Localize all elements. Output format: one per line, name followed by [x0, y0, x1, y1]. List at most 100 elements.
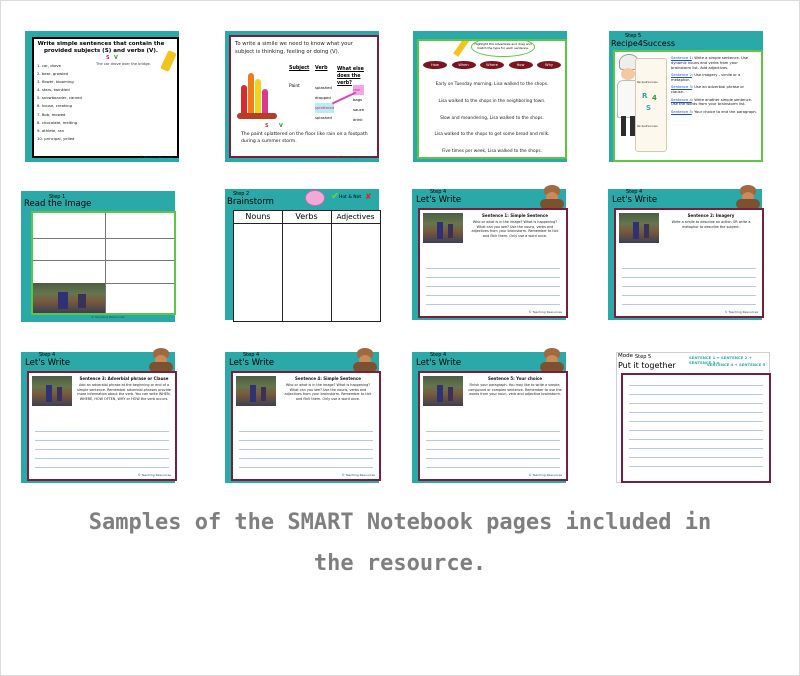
writing-card: Sentence 4: Simple Sentence Who or what i… — [231, 371, 381, 481]
column-divider — [331, 211, 332, 321]
forest-photo — [33, 283, 105, 313]
scroll-footer: Recipe4Success — [637, 125, 658, 128]
sentence-instructions: Write a simile to describe an action OR … — [671, 220, 751, 229]
hot-not-label: Hot & Not — [339, 195, 362, 200]
slide-recipe[interactable]: Step 5 Recipe4Success Recipe4Success R 4… — [609, 31, 763, 162]
writing-card: Sentence 1: Simple Sentence Who or what i… — [418, 208, 568, 318]
mode-label: Mode — [618, 353, 633, 359]
recipe-step-label: Sentence 1 — [671, 56, 692, 60]
slide-footer: © Teaching Resources — [528, 473, 562, 477]
adverbial-pill[interactable]: When — [451, 61, 476, 69]
sentence-heading: Sentence 2: Imagery — [687, 213, 735, 218]
slide-card: Highlight the adverbials and drag and ma… — [417, 39, 567, 159]
header-verb: Verb — [315, 66, 328, 71]
slide-footer: © Teaching Resources — [528, 310, 562, 314]
other-word: bags — [353, 97, 363, 102]
recipe-step: Sentence 5: Your choice to end the parag… — [671, 110, 757, 115]
sentence-list: Early on Tuesday morning, Lisa walked to… — [425, 77, 559, 157]
slide-title: Put it together — [618, 361, 676, 370]
slide-title: Let's Write — [416, 358, 462, 368]
slide-title: Let's Write — [612, 195, 658, 205]
recipe-step-label: Sentence 2 — [671, 73, 692, 78]
slide-sentence-2[interactable]: Step 4 Let's Write Sentence 2: Imagery Writ… — [608, 185, 764, 320]
recipe-step-label: Sentence 3 — [671, 85, 692, 90]
recipe-step: Sentence 1: Write a simple sentence. Use… — [671, 56, 757, 71]
slide-title: To write a simile we need to know what y… — [235, 41, 353, 55]
slide-card: Write simple sentences that contain the … — [32, 37, 179, 158]
brainstorm-table: Nouns Verbs Adjectives — [233, 210, 381, 322]
step-label: Step 5 — [635, 354, 652, 360]
caption-line-1: Samples of the SMART Notebook pages incl… — [88, 510, 712, 535]
slide-sentence-5[interactable]: Step 4 Let's Write Sentence 5: Your choice… — [412, 348, 568, 483]
slide-adverbials[interactable]: Highlight the adverbials and drag and ma… — [413, 31, 567, 162]
writing-lines — [420, 431, 566, 476]
slide-sentence-4[interactable]: Step 4 Let's Write Sentence 4: Simple Sent… — [225, 348, 381, 483]
list-item: 5. snowboarder, carved — [37, 95, 82, 101]
adverbial-pill[interactable]: How — [508, 61, 533, 69]
mascot-icon — [540, 348, 564, 372]
slide-brainstorm[interactable]: Step 2 Brainstorm ✔ Hot & Not ✘ Nouns Ve… — [225, 189, 381, 322]
flick-icon: ✘ — [365, 192, 372, 201]
slide-put-together[interactable]: Mode Step 5 Put it together SENTENCE 1 +… — [616, 352, 771, 483]
subject-marker: S — [265, 123, 269, 129]
image-grid — [31, 211, 176, 315]
adverbial-pill[interactable]: Where — [480, 61, 504, 69]
recipe-step-text: : Your choice to end the paragraph. — [691, 109, 757, 114]
writing-card: Sentence 3: Adverbial phrase or Clause Ad… — [27, 371, 177, 481]
adverbial-pills: How When Where How Why — [423, 61, 561, 69]
brain-icon — [305, 190, 325, 206]
slide-card: Recipe4Success R 4 S Recipe4Success Sent… — [613, 50, 763, 162]
slide-title: Read the Image — [24, 199, 92, 209]
adverbial-pill[interactable]: Why — [537, 61, 561, 69]
slide-footer: © Teaching Resources — [341, 473, 375, 477]
forest-photo — [236, 376, 276, 406]
slide-sentence-3[interactable]: Step 4 Let's Write Sentence 3: Adverbial p… — [21, 348, 177, 483]
slide-title: Brainstorm — [227, 197, 274, 207]
list-item: 7. Bob, mowed — [37, 111, 66, 117]
slide-simile[interactable]: To write a simile we need to know what y… — [225, 31, 379, 162]
sentence-heading: Sentence 1: Simple Sentence — [482, 213, 548, 218]
verb-word: splashed — [315, 85, 332, 90]
writing-lines — [233, 431, 379, 476]
list-item: 9. athlete, ran — [37, 127, 64, 133]
recipe-step: Sentence 2: Use imagery - simile or a me… — [671, 73, 757, 83]
slide-title: Let's Write — [416, 195, 462, 205]
adverbial-sentence: Lisa walked to the shops in the neighbor… — [438, 98, 546, 104]
caption-line-2: the resource. — [313, 551, 487, 576]
sentence-heading: Sentence 3: Adverbial phrase or Clause — [79, 376, 169, 381]
slide-footer: © Teaching Resources — [724, 310, 758, 314]
adverbial-sentence: Early on Tuesday morning, Lisa walked to… — [435, 82, 549, 87]
slide-sentence-1[interactable]: Step 4 Let's Write Sentence 1: Simple Sent… — [412, 185, 568, 320]
list-item: 8. chocolate, melting — [37, 119, 78, 125]
forest-photo — [619, 213, 659, 243]
verb-marker: V — [114, 55, 118, 61]
scroll-letter-4: 4 — [652, 94, 657, 102]
header-subject: Subject — [289, 66, 310, 71]
list-item: 2. bear, growled — [37, 71, 68, 77]
column-header-nouns: Nouns — [234, 211, 282, 224]
adverbial-sentence: Slow and meandering, Lisa walked to the … — [440, 115, 544, 121]
slide-simple-sentences[interactable]: Write simple sentences that contain the … — [25, 31, 179, 162]
sentence-heading: Sentence 4: Simple Sentence — [295, 376, 361, 381]
verb-marker: V — [279, 123, 283, 129]
list-item: 4. stars, twinkled — [37, 87, 70, 93]
highlighter-icon — [453, 41, 471, 57]
verb-word: sploshed — [315, 115, 332, 120]
slide-footer: © Teaching Resources — [91, 315, 125, 319]
recipe-step-label: Sentence 5 — [671, 109, 692, 114]
grid-line — [105, 213, 106, 313]
forest-photo — [423, 213, 463, 243]
sentence-instructions: Finish your paragraph. You may like to w… — [468, 383, 562, 397]
recipe-steps: Sentence 1: Write a simple sentence. Use… — [671, 56, 757, 117]
other-word: sauce — [353, 107, 365, 112]
writing-lines — [29, 431, 175, 476]
slide-title: Let's Write — [25, 358, 71, 368]
mascot-icon — [736, 185, 760, 209]
slide-read-image[interactable]: Step 1 Read the Image © Teaching Resourc… — [21, 191, 176, 322]
grid-line — [105, 283, 174, 284]
recipe-step: Sentence 4: Write another simple sentenc… — [671, 98, 757, 108]
column-header-adjectives: Adjectives — [331, 211, 380, 224]
adverbial-pill[interactable]: How — [423, 61, 447, 69]
item-list: 1. car, drove 2. bear, growled 3. flower, … — [37, 62, 82, 143]
recipe-step-label: Sentence 4 — [671, 97, 692, 102]
